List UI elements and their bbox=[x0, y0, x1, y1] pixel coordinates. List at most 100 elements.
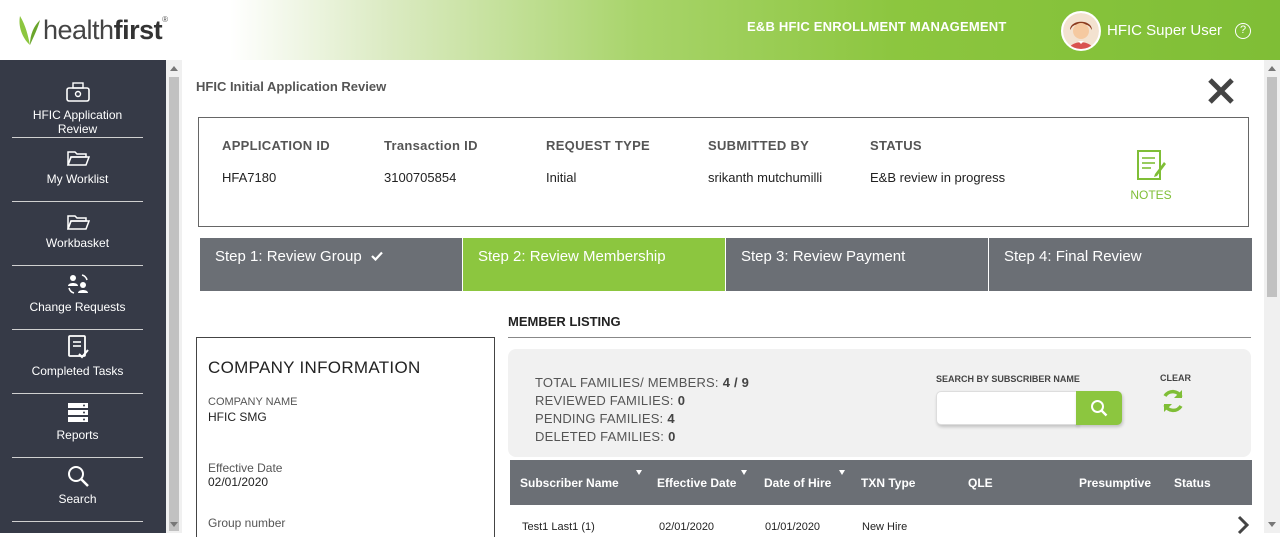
summary-total: TOTAL FAMILIES/ MEMBERS: 4 / 9 bbox=[535, 375, 749, 390]
request-type-value: Initial bbox=[546, 170, 577, 185]
cell-effective-date: 02/01/2020 bbox=[659, 521, 715, 533]
sidebar-scrollbar[interactable] bbox=[166, 60, 182, 533]
app-header: healthfirst® E&B HFIC ENROLLMENT MANAGEM… bbox=[0, 0, 1280, 60]
sidebar-item-label: Change Requests bbox=[29, 300, 126, 314]
submitted-by-column: SUBMITTED BY srikanth mutchumilli bbox=[708, 138, 822, 185]
main-content: HFIC Initial Application Review APPLICAT… bbox=[182, 60, 1264, 537]
effective-date-value: 02/01/2020 bbox=[208, 475, 269, 489]
search-button[interactable] bbox=[1076, 391, 1122, 425]
user-name[interactable]: HFIC Super User bbox=[1107, 22, 1222, 39]
sidebar-item-reports[interactable]: Reports bbox=[12, 394, 143, 458]
scrollbar-thumb[interactable] bbox=[1267, 77, 1277, 297]
search-subscriber-input[interactable] bbox=[936, 391, 1078, 425]
clear-label: CLEAR bbox=[1160, 373, 1191, 383]
step-review-membership[interactable]: Step 2: Review Membership bbox=[463, 238, 726, 291]
sidebar-item-my-worklist[interactable]: My Worklist bbox=[12, 138, 143, 202]
sidebar-item-hfic-application-review[interactable]: HFIC Application Review bbox=[12, 74, 143, 138]
scroll-up-arrow[interactable] bbox=[170, 66, 178, 71]
group-number-label: Group number bbox=[208, 516, 286, 530]
transaction-id-value: 3100705854 bbox=[384, 170, 457, 185]
sidebar-item-search[interactable]: Search bbox=[12, 458, 143, 522]
sidebar-item-completed-tasks[interactable]: Completed Tasks bbox=[12, 330, 143, 394]
step-label: Step 4: Final Review bbox=[1004, 248, 1142, 265]
cell-date-of-hire: 01/01/2020 bbox=[765, 521, 821, 533]
application-info-panel: APPLICATION ID HFA7180 Transaction ID 31… bbox=[198, 117, 1249, 227]
user-avatar[interactable] bbox=[1061, 11, 1101, 51]
step-review-group[interactable]: Step 1: Review Group bbox=[200, 238, 463, 291]
sidebar-item-change-requests[interactable]: Change Requests bbox=[12, 266, 143, 330]
summary-deleted-label: DELETED FAMILIES: bbox=[535, 429, 665, 444]
cell-subscriber-name[interactable]: Test1 Last1 (1) bbox=[522, 521, 595, 533]
scrollbar-thumb[interactable] bbox=[169, 77, 179, 531]
column-header-effective-date[interactable]: Effective Date bbox=[657, 476, 736, 490]
column-header-qle[interactable]: QLE bbox=[968, 476, 993, 490]
notes-button[interactable]: NOTES bbox=[1129, 148, 1173, 202]
clipboard-check-icon bbox=[64, 335, 92, 359]
healthfirst-logo[interactable]: healthfirst® bbox=[16, 12, 168, 48]
summary-reviewed-label: REVIEWED FAMILIES: bbox=[535, 393, 674, 408]
sidebar-item-label: My Worklist bbox=[46, 172, 109, 186]
step-review-payment[interactable]: Step 3: Review Payment bbox=[726, 238, 989, 291]
close-icon[interactable] bbox=[1206, 76, 1236, 106]
column-header-subscriber-name[interactable]: Subscriber Name bbox=[520, 476, 619, 490]
summary-total-label: TOTAL FAMILIES/ MEMBERS: bbox=[535, 375, 719, 390]
summary-deleted-value: 0 bbox=[668, 429, 676, 444]
filter-icon[interactable] bbox=[636, 470, 642, 475]
sidebar-item-label: Workbasket bbox=[45, 236, 110, 250]
summary-pending-label: PENDING FAMILIES: bbox=[535, 411, 664, 426]
filter-icon[interactable] bbox=[741, 470, 747, 475]
cash-register-icon bbox=[64, 80, 92, 104]
step-final-review[interactable]: Step 4: Final Review bbox=[989, 238, 1252, 291]
status-column: STATUS E&B review in progress bbox=[870, 138, 1005, 185]
status-value: E&B review in progress bbox=[870, 170, 1006, 185]
sidebar-item-label: Completed Tasks bbox=[31, 364, 124, 378]
member-summary-panel: TOTAL FAMILIES/ MEMBERS: 4 / 9 REVIEWED F… bbox=[508, 349, 1251, 457]
leaf-logo-icon bbox=[19, 16, 40, 45]
summary-total-value: 4 / 9 bbox=[722, 375, 750, 390]
people-exchange-icon bbox=[64, 272, 92, 296]
main-scrollbar[interactable] bbox=[1264, 60, 1280, 533]
member-listing-title: MEMBER LISTING bbox=[508, 314, 621, 329]
company-name-value: HFIC SMG bbox=[208, 410, 267, 424]
column-header-presumptive[interactable]: Presumptive bbox=[1079, 476, 1151, 490]
app-title: E&B HFIC ENROLLMENT MANAGEMENT bbox=[747, 19, 1007, 34]
column-header-txn-type[interactable]: TXN Type bbox=[861, 476, 915, 490]
search-icon bbox=[1091, 400, 1108, 417]
page-title: HFIC Initial Application Review bbox=[196, 79, 387, 94]
scroll-up-arrow[interactable] bbox=[1268, 66, 1276, 71]
divider bbox=[508, 337, 1251, 338]
request-type-header: REQUEST TYPE bbox=[546, 138, 651, 153]
filter-icon[interactable] bbox=[839, 470, 845, 475]
summary-reviewed-value: 0 bbox=[677, 393, 686, 408]
transaction-id-header: Transaction ID bbox=[384, 138, 478, 153]
column-header-date-of-hire[interactable]: Date of Hire bbox=[764, 476, 831, 490]
chevron-right-icon[interactable] bbox=[1236, 515, 1250, 535]
submitted-by-value: srikanth mutchumilli bbox=[708, 170, 823, 185]
effective-date-label: Effective Date bbox=[208, 461, 283, 475]
scroll-down-arrow[interactable] bbox=[1268, 522, 1276, 527]
summary-pending-value: 4 bbox=[667, 411, 675, 426]
status-header: STATUS bbox=[870, 138, 922, 153]
summary-pending: PENDING FAMILIES: 4 bbox=[535, 411, 675, 426]
scroll-down-arrow[interactable] bbox=[170, 522, 178, 527]
summary-deleted: DELETED FAMILIES: 0 bbox=[535, 429, 676, 444]
folder-open-icon bbox=[64, 146, 92, 170]
logo-bold: first bbox=[113, 14, 163, 45]
search-icon bbox=[64, 464, 92, 488]
sidebar: HFIC Application Review My Worklist Work… bbox=[0, 60, 166, 533]
application-id-value: HFA7180 bbox=[222, 170, 277, 185]
notes-label: NOTES bbox=[1130, 188, 1172, 202]
column-header-status[interactable]: Status bbox=[1174, 476, 1211, 490]
help-icon[interactable]: ? bbox=[1235, 23, 1251, 39]
transaction-id-column: Transaction ID 3100705854 bbox=[384, 138, 478, 185]
sidebar-item-label: Reports bbox=[56, 428, 99, 442]
member-table-header: Subscriber Name Effective Date Date of H… bbox=[510, 460, 1252, 505]
refresh-icon[interactable] bbox=[1160, 387, 1186, 415]
review-steps: Step 1: Review Group Step 2: Review Memb… bbox=[200, 238, 1252, 291]
submitted-by-header: SUBMITTED BY bbox=[708, 138, 810, 153]
sidebar-item-workbasket[interactable]: Workbasket bbox=[12, 202, 143, 266]
folder-open-icon bbox=[64, 210, 92, 234]
cell-txn-type: New Hire bbox=[862, 521, 908, 533]
step-label: Step 3: Review Payment bbox=[741, 248, 906, 265]
sidebar-item-label: HFIC Application Review bbox=[32, 108, 123, 136]
